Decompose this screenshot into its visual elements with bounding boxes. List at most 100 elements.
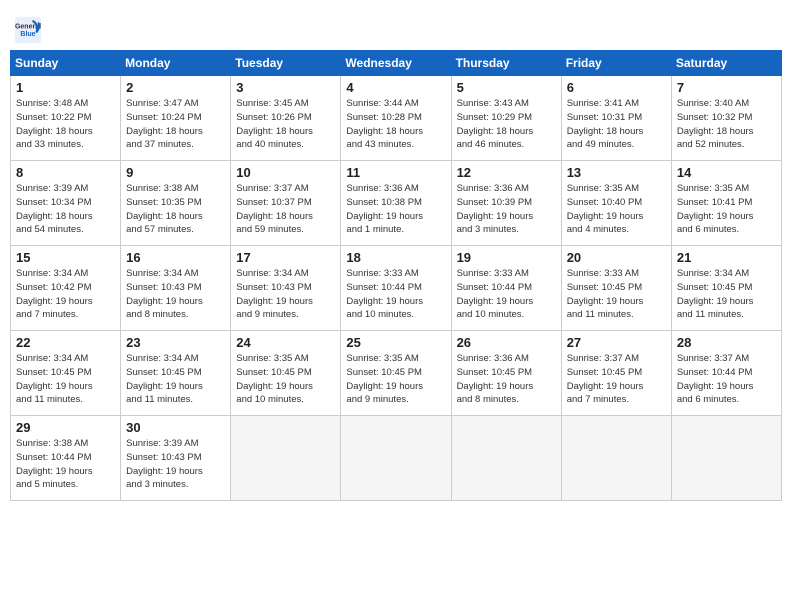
day-cell: 29 Sunrise: 3:38 AM Sunset: 10:44 PM Dayl…	[11, 416, 121, 501]
logo-icon: General Blue	[14, 16, 42, 44]
day-info: Sunrise: 3:34 AM Sunset: 10:43 PM Daylig…	[236, 267, 336, 322]
week-row-4: 22 Sunrise: 3:34 AM Sunset: 10:45 PM Dayl…	[11, 331, 782, 416]
day-cell	[451, 416, 561, 501]
day-cell: 9 Sunrise: 3:38 AM Sunset: 10:35 PM Dayli…	[121, 161, 231, 246]
day-cell: 18 Sunrise: 3:33 AM Sunset: 10:44 PM Dayl…	[341, 246, 451, 331]
day-number: 28	[677, 335, 777, 350]
day-info: Sunrise: 3:35 AM Sunset: 10:40 PM Daylig…	[567, 182, 667, 237]
day-cell: 10 Sunrise: 3:37 AM Sunset: 10:37 PM Dayl…	[231, 161, 341, 246]
day-cell	[671, 416, 781, 501]
day-info: Sunrise: 3:48 AM Sunset: 10:22 PM Daylig…	[16, 97, 116, 152]
day-cell: 11 Sunrise: 3:36 AM Sunset: 10:38 PM Dayl…	[341, 161, 451, 246]
week-row-3: 15 Sunrise: 3:34 AM Sunset: 10:42 PM Dayl…	[11, 246, 782, 331]
day-number: 11	[346, 165, 446, 180]
day-number: 12	[457, 165, 557, 180]
day-cell: 12 Sunrise: 3:36 AM Sunset: 10:39 PM Dayl…	[451, 161, 561, 246]
day-cell: 26 Sunrise: 3:36 AM Sunset: 10:45 PM Dayl…	[451, 331, 561, 416]
day-number: 8	[16, 165, 116, 180]
week-row-5: 29 Sunrise: 3:38 AM Sunset: 10:44 PM Dayl…	[11, 416, 782, 501]
day-cell: 19Sunrise: 3:33 AM Sunset: 10:44 PM Dayl…	[451, 246, 561, 331]
day-info: Sunrise: 3:34 AM Sunset: 10:42 PM Daylig…	[16, 267, 116, 322]
day-number: 5	[457, 80, 557, 95]
svg-text:Blue: Blue	[20, 31, 35, 38]
day-number: 23	[126, 335, 226, 350]
day-number: 20	[567, 250, 667, 265]
day-number: 15	[16, 250, 116, 265]
day-cell: 5Sunrise: 3:43 AM Sunset: 10:29 PM Dayli…	[451, 76, 561, 161]
day-info: Sunrise: 3:40 AM Sunset: 10:32 PM Daylig…	[677, 97, 777, 152]
day-cell	[561, 416, 671, 501]
day-info: Sunrise: 3:39 AM Sunset: 10:34 PM Daylig…	[16, 182, 116, 237]
day-number: 1	[16, 80, 116, 95]
day-number: 29	[16, 420, 116, 435]
week-row-2: 8 Sunrise: 3:39 AM Sunset: 10:34 PM Dayli…	[11, 161, 782, 246]
day-cell: 25 Sunrise: 3:35 AM Sunset: 10:45 PM Dayl…	[341, 331, 451, 416]
day-info: Sunrise: 3:34 AM Sunset: 10:43 PM Daylig…	[126, 267, 226, 322]
day-number: 21	[677, 250, 777, 265]
day-cell: 16 Sunrise: 3:34 AM Sunset: 10:43 PM Dayl…	[121, 246, 231, 331]
day-info: Sunrise: 3:36 AM Sunset: 10:45 PM Daylig…	[457, 352, 557, 407]
header-row: SundayMondayTuesdayWednesdayThursdayFrid…	[11, 51, 782, 76]
col-header-friday: Friday	[561, 51, 671, 76]
col-header-saturday: Saturday	[671, 51, 781, 76]
day-cell: 27Sunrise: 3:37 AM Sunset: 10:45 PM Dayl…	[561, 331, 671, 416]
calendar-table: SundayMondayTuesdayWednesdayThursdayFrid…	[10, 50, 782, 501]
day-cell: 8 Sunrise: 3:39 AM Sunset: 10:34 PM Dayli…	[11, 161, 121, 246]
day-cell: 17 Sunrise: 3:34 AM Sunset: 10:43 PM Dayl…	[231, 246, 341, 331]
col-header-thursday: Thursday	[451, 51, 561, 76]
day-cell: 24 Sunrise: 3:35 AM Sunset: 10:45 PM Dayl…	[231, 331, 341, 416]
day-info: Sunrise: 3:47 AM Sunset: 10:24 PM Daylig…	[126, 97, 226, 152]
day-number: 3	[236, 80, 336, 95]
day-number: 17	[236, 250, 336, 265]
day-info: Sunrise: 3:44 AM Sunset: 10:28 PM Daylig…	[346, 97, 446, 152]
logo: General Blue	[14, 16, 46, 44]
day-number: 13	[567, 165, 667, 180]
day-number: 4	[346, 80, 446, 95]
day-info: Sunrise: 3:38 AM Sunset: 10:35 PM Daylig…	[126, 182, 226, 237]
day-cell: 28 Sunrise: 3:37 AM Sunset: 10:44 PM Dayl…	[671, 331, 781, 416]
day-number: 26	[457, 335, 557, 350]
week-row-1: 1 Sunrise: 3:48 AM Sunset: 10:22 PM Dayli…	[11, 76, 782, 161]
day-info: Sunrise: 3:34 AM Sunset: 10:45 PM Daylig…	[126, 352, 226, 407]
day-cell: 22 Sunrise: 3:34 AM Sunset: 10:45 PM Dayl…	[11, 331, 121, 416]
day-info: Sunrise: 3:35 AM Sunset: 10:45 PM Daylig…	[346, 352, 446, 407]
header: General Blue	[10, 10, 782, 44]
day-number: 14	[677, 165, 777, 180]
day-number: 7	[677, 80, 777, 95]
day-cell: 2 Sunrise: 3:47 AM Sunset: 10:24 PM Dayli…	[121, 76, 231, 161]
day-number: 24	[236, 335, 336, 350]
day-number: 6	[567, 80, 667, 95]
day-info: Sunrise: 3:33 AM Sunset: 10:44 PM Daylig…	[457, 267, 557, 322]
day-info: Sunrise: 3:39 AM Sunset: 10:43 PM Daylig…	[126, 437, 226, 492]
day-info: Sunrise: 3:33 AM Sunset: 10:44 PM Daylig…	[346, 267, 446, 322]
col-header-sunday: Sunday	[11, 51, 121, 76]
day-number: 9	[126, 165, 226, 180]
day-info: Sunrise: 3:37 AM Sunset: 10:44 PM Daylig…	[677, 352, 777, 407]
day-number: 16	[126, 250, 226, 265]
col-header-wednesday: Wednesday	[341, 51, 451, 76]
day-cell: 6 Sunrise: 3:41 AM Sunset: 10:31 PM Dayli…	[561, 76, 671, 161]
day-number: 30	[126, 420, 226, 435]
day-cell: 23 Sunrise: 3:34 AM Sunset: 10:45 PM Dayl…	[121, 331, 231, 416]
col-header-monday: Monday	[121, 51, 231, 76]
day-info: Sunrise: 3:37 AM Sunset: 10:37 PM Daylig…	[236, 182, 336, 237]
day-info: Sunrise: 3:35 AM Sunset: 10:45 PM Daylig…	[236, 352, 336, 407]
day-info: Sunrise: 3:34 AM Sunset: 10:45 PM Daylig…	[677, 267, 777, 322]
day-info: Sunrise: 3:38 AM Sunset: 10:44 PM Daylig…	[16, 437, 116, 492]
day-cell: 20Sunrise: 3:33 AM Sunset: 10:45 PM Dayl…	[561, 246, 671, 331]
day-number: 18	[346, 250, 446, 265]
day-number: 25	[346, 335, 446, 350]
day-cell: 30 Sunrise: 3:39 AM Sunset: 10:43 PM Dayl…	[121, 416, 231, 501]
day-cell: 15 Sunrise: 3:34 AM Sunset: 10:42 PM Dayl…	[11, 246, 121, 331]
day-info: Sunrise: 3:36 AM Sunset: 10:39 PM Daylig…	[457, 182, 557, 237]
day-number: 2	[126, 80, 226, 95]
day-cell: 13 Sunrise: 3:35 AM Sunset: 10:40 PM Dayl…	[561, 161, 671, 246]
day-number: 27	[567, 335, 667, 350]
day-number: 10	[236, 165, 336, 180]
day-info: Sunrise: 3:41 AM Sunset: 10:31 PM Daylig…	[567, 97, 667, 152]
day-info: Sunrise: 3:36 AM Sunset: 10:38 PM Daylig…	[346, 182, 446, 237]
day-cell: 1 Sunrise: 3:48 AM Sunset: 10:22 PM Dayli…	[11, 76, 121, 161]
day-cell: 3Sunrise: 3:45 AM Sunset: 10:26 PM Dayli…	[231, 76, 341, 161]
day-info: Sunrise: 3:34 AM Sunset: 10:45 PM Daylig…	[16, 352, 116, 407]
day-number: 22	[16, 335, 116, 350]
